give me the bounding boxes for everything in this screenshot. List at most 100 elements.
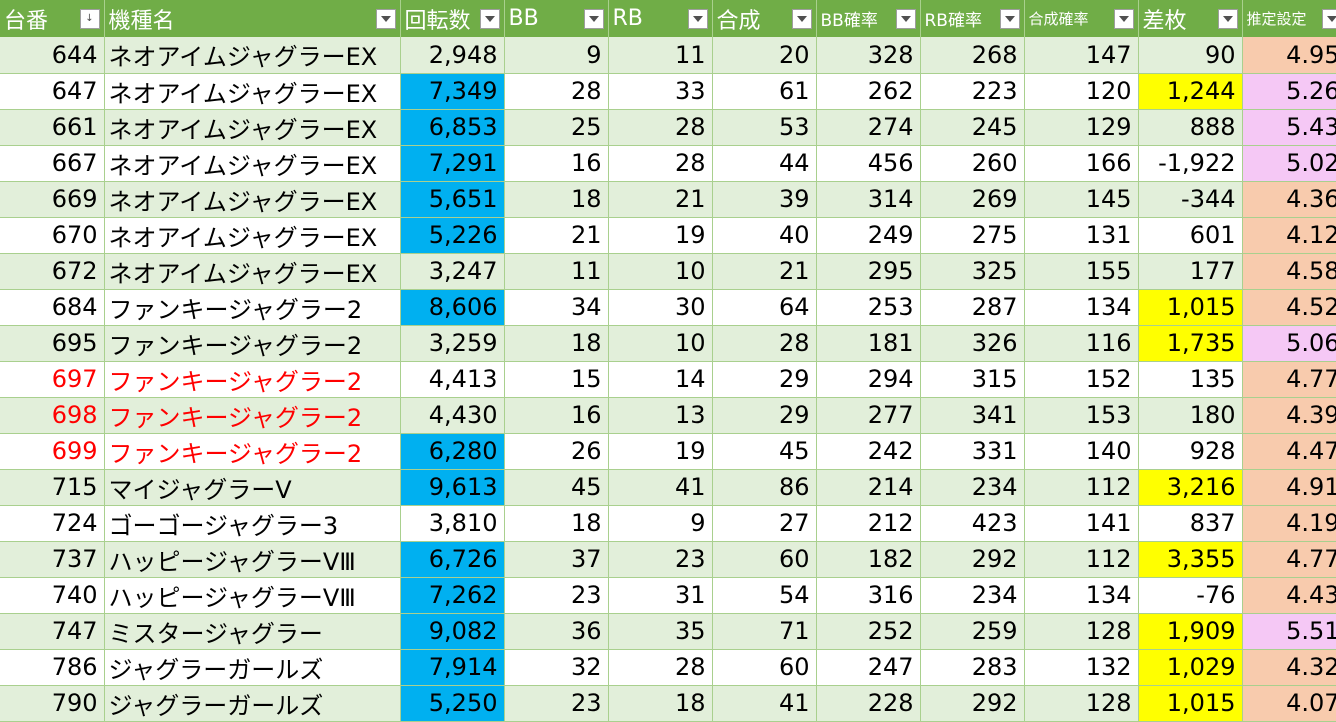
cell-diff[interactable]: 177 — [1138, 253, 1242, 289]
cell-total[interactable]: 53 — [712, 109, 816, 145]
cell-spins[interactable]: 2,948 — [400, 37, 504, 73]
cell-total-rate[interactable]: 166 — [1024, 145, 1138, 181]
cell-rb-rate[interactable]: 341 — [920, 397, 1024, 433]
cell-total-rate[interactable]: 128 — [1024, 613, 1138, 649]
cell-estimated-setting[interactable]: 4.77 — [1242, 541, 1336, 577]
cell-bb-rate[interactable]: 262 — [816, 73, 920, 109]
cell-bb[interactable]: 18 — [504, 181, 608, 217]
filter-dropdown-button[interactable] — [688, 9, 708, 29]
cell-bb[interactable]: 9 — [504, 37, 608, 73]
cell-bb[interactable]: 18 — [504, 505, 608, 541]
cell-total[interactable]: 86 — [712, 469, 816, 505]
cell-spins[interactable]: 3,247 — [400, 253, 504, 289]
cell-estimated-setting[interactable]: 5.26 — [1242, 73, 1336, 109]
cell-machine-number[interactable]: 644 — [0, 37, 104, 73]
cell-diff[interactable]: 90 — [1138, 37, 1242, 73]
cell-rb[interactable]: 23 — [608, 541, 712, 577]
cell-rb[interactable]: 21 — [608, 181, 712, 217]
cell-total-rate[interactable]: 132 — [1024, 649, 1138, 685]
cell-rb-rate[interactable]: 234 — [920, 469, 1024, 505]
cell-rb[interactable]: 31 — [608, 577, 712, 613]
cell-rb-rate[interactable]: 325 — [920, 253, 1024, 289]
cell-total[interactable]: 41 — [712, 685, 816, 721]
cell-total-rate[interactable]: 129 — [1024, 109, 1138, 145]
cell-rb-rate[interactable]: 326 — [920, 325, 1024, 361]
cell-rb[interactable]: 10 — [608, 325, 712, 361]
cell-spins[interactable]: 5,651 — [400, 181, 504, 217]
cell-spins[interactable]: 9,082 — [400, 613, 504, 649]
cell-total-rate[interactable]: 116 — [1024, 325, 1138, 361]
cell-estimated-setting[interactable]: 4.19 — [1242, 505, 1336, 541]
cell-machine-number[interactable]: 790 — [0, 685, 104, 721]
cell-bb[interactable]: 45 — [504, 469, 608, 505]
cell-rb-rate[interactable]: 268 — [920, 37, 1024, 73]
cell-spins[interactable]: 6,726 — [400, 541, 504, 577]
cell-bb[interactable]: 18 — [504, 325, 608, 361]
cell-spins[interactable]: 7,914 — [400, 649, 504, 685]
cell-estimated-setting[interactable]: 4.39 — [1242, 397, 1336, 433]
cell-rb-rate[interactable]: 259 — [920, 613, 1024, 649]
cell-model[interactable]: ミスタージャグラー — [104, 613, 400, 649]
cell-model[interactable]: ゴーゴージャグラー3 — [104, 505, 400, 541]
cell-diff[interactable]: 1,735 — [1138, 325, 1242, 361]
cell-total-rate[interactable]: 152 — [1024, 361, 1138, 397]
cell-rb[interactable]: 28 — [608, 145, 712, 181]
cell-total[interactable]: 45 — [712, 433, 816, 469]
cell-total[interactable]: 21 — [712, 253, 816, 289]
cell-rb[interactable]: 28 — [608, 109, 712, 145]
cell-spins[interactable]: 3,810 — [400, 505, 504, 541]
cell-rb-rate[interactable]: 245 — [920, 109, 1024, 145]
cell-bb-rate[interactable]: 212 — [816, 505, 920, 541]
sort-filter-button[interactable]: ↓ — [80, 9, 100, 29]
cell-total[interactable]: 29 — [712, 361, 816, 397]
cell-estimated-setting[interactable]: 5.02 — [1242, 145, 1336, 181]
filter-dropdown-button[interactable] — [896, 9, 916, 29]
cell-bb[interactable]: 16 — [504, 397, 608, 433]
cell-spins[interactable]: 3,259 — [400, 325, 504, 361]
cell-total-rate[interactable]: 134 — [1024, 577, 1138, 613]
cell-bb-rate[interactable]: 182 — [816, 541, 920, 577]
cell-total-rate[interactable]: 112 — [1024, 469, 1138, 505]
cell-rb-rate[interactable]: 315 — [920, 361, 1024, 397]
cell-diff[interactable]: -76 — [1138, 577, 1242, 613]
cell-rb-rate[interactable]: 234 — [920, 577, 1024, 613]
cell-total[interactable]: 29 — [712, 397, 816, 433]
cell-total-rate[interactable]: 141 — [1024, 505, 1138, 541]
cell-spins[interactable]: 7,262 — [400, 577, 504, 613]
cell-total[interactable]: 60 — [712, 649, 816, 685]
cell-bb[interactable]: 34 — [504, 289, 608, 325]
cell-spins[interactable]: 6,853 — [400, 109, 504, 145]
cell-machine-number[interactable]: 647 — [0, 73, 104, 109]
cell-estimated-setting[interactable]: 4.91 — [1242, 469, 1336, 505]
cell-rb-rate[interactable]: 223 — [920, 73, 1024, 109]
cell-machine-number[interactable]: 695 — [0, 325, 104, 361]
cell-machine-number[interactable]: 747 — [0, 613, 104, 649]
cell-total-rate[interactable]: 134 — [1024, 289, 1138, 325]
cell-bb[interactable]: 36 — [504, 613, 608, 649]
cell-bb-rate[interactable]: 249 — [816, 217, 920, 253]
cell-machine-number[interactable]: 672 — [0, 253, 104, 289]
cell-estimated-setting[interactable]: 4.32 — [1242, 649, 1336, 685]
cell-diff[interactable]: 888 — [1138, 109, 1242, 145]
cell-spins[interactable]: 9,613 — [400, 469, 504, 505]
cell-rb-rate[interactable]: 260 — [920, 145, 1024, 181]
filter-dropdown-button[interactable] — [792, 9, 812, 29]
cell-machine-number[interactable]: 669 — [0, 181, 104, 217]
cell-rb[interactable]: 33 — [608, 73, 712, 109]
cell-machine-number[interactable]: 786 — [0, 649, 104, 685]
cell-total[interactable]: 54 — [712, 577, 816, 613]
cell-bb-rate[interactable]: 316 — [816, 577, 920, 613]
cell-model[interactable]: ハッピージャグラーVⅢ — [104, 541, 400, 577]
cell-bb-rate[interactable]: 228 — [816, 685, 920, 721]
cell-total[interactable]: 27 — [712, 505, 816, 541]
cell-machine-number[interactable]: 667 — [0, 145, 104, 181]
cell-model[interactable]: マイジャグラーV — [104, 469, 400, 505]
cell-total[interactable]: 71 — [712, 613, 816, 649]
cell-spins[interactable]: 7,349 — [400, 73, 504, 109]
filter-dropdown-button[interactable] — [1000, 9, 1020, 29]
cell-diff[interactable]: 3,355 — [1138, 541, 1242, 577]
cell-estimated-setting[interactable]: 4.36 — [1242, 181, 1336, 217]
cell-bb[interactable]: 15 — [504, 361, 608, 397]
cell-total[interactable]: 64 — [712, 289, 816, 325]
cell-estimated-setting[interactable]: 4.77 — [1242, 361, 1336, 397]
